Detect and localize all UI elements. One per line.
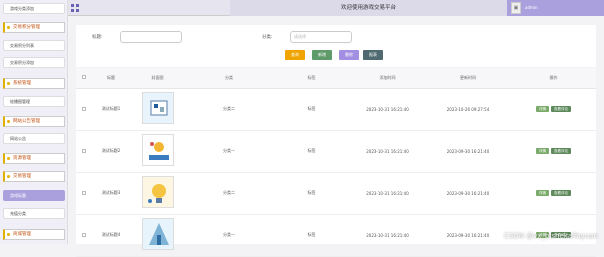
row-cover-image	[130, 214, 185, 257]
menu-dot-icon	[7, 120, 10, 123]
row-created: 2023-10-31 16:21:40	[350, 130, 425, 173]
sidebar-group-trade[interactable]: 交易管理	[3, 171, 65, 182]
sidebar-group-resource[interactable]: 资源管理	[3, 153, 65, 164]
column-header-cover: 封面图	[130, 68, 185, 89]
menu-dot-icon	[7, 157, 10, 160]
menu-dot-icon	[7, 82, 10, 85]
menu-dot-icon	[7, 26, 10, 29]
category-select[interactable]: 请选择	[290, 31, 352, 43]
row-created: 2023-10-31 16:21:40	[350, 88, 425, 131]
sidebar-item-carousel[interactable]: 轮播图管理	[3, 96, 65, 107]
row-category: 分类一	[185, 214, 273, 257]
sidebar-item-recharge-category[interactable]: 充值分类	[3, 208, 65, 219]
view-comments-button[interactable]: 查看评论	[551, 106, 571, 112]
sidebar: 游戏分类添加 交易积分管理 交易积分列表 交易积分添加 系统管理 轮播图管理 网…	[0, 0, 68, 244]
sidebar-group-label: 商城管理	[13, 232, 31, 237]
column-header-created[interactable]: 添加时间	[350, 68, 425, 89]
row-tag: 标签	[273, 214, 350, 257]
row-checkbox[interactable]	[76, 172, 92, 215]
row-title: 测试标题3	[92, 172, 130, 215]
search-panel: 标题: 分类: 请选择	[76, 25, 596, 67]
row-actions: 详情 查看评论	[511, 172, 596, 215]
add-button[interactable]: 新增	[312, 50, 332, 60]
menu-dot-icon	[7, 233, 10, 236]
row-cover-image	[130, 172, 185, 215]
sidebar-item-notice[interactable]: 网站公告	[3, 133, 65, 144]
view-comments-button[interactable]: 查看评论	[551, 190, 571, 196]
sidebar-group-label: 交易管理	[13, 174, 31, 179]
column-header-updated[interactable]: 更新时间	[425, 68, 511, 89]
row-updated: 2023-09-30 16:21:40	[425, 172, 511, 215]
data-table: 标题 封面图 分类 标签 添加时间 更新时间 操作 测试标题1 分类二 标签 2…	[76, 68, 596, 257]
sidebar-item-points-add[interactable]: 交易积分添加	[3, 57, 65, 68]
row-checkbox[interactable]	[76, 130, 92, 173]
sidebar-group-mall[interactable]: 商城管理	[3, 229, 65, 240]
row-checkbox[interactable]	[76, 214, 92, 257]
row-updated: 2023-09-30 16:21:40	[425, 130, 511, 173]
sidebar-item-game-category-add[interactable]: 游戏分类添加	[3, 3, 65, 14]
row-tag: 标签	[273, 130, 350, 173]
row-created: 2023-10-31 16:21:40	[350, 172, 425, 215]
sidebar-group-notice[interactable]: 网站公告管理	[3, 116, 65, 127]
category-label: 分类:	[262, 35, 273, 40]
column-header-title[interactable]: 标题	[92, 68, 130, 89]
sidebar-group-label: 交易积分管理	[13, 25, 40, 30]
row-title: 测试标题1	[92, 88, 130, 131]
row-category: 分类一	[185, 130, 273, 173]
row-tag: 标签	[273, 172, 350, 215]
detail-button[interactable]: 详情	[536, 106, 549, 112]
row-actions: 详情 查看评论	[511, 88, 596, 131]
sidebar-group-points[interactable]: 交易积分管理	[3, 22, 65, 33]
row-actions: 详情 查看评论	[511, 130, 596, 173]
column-header-actions: 操作	[511, 68, 596, 89]
page-title: 欢迎使用游戏交易平台	[230, 0, 507, 16]
grid-icon[interactable]	[71, 4, 79, 14]
row-created: 2023-10-31 16:21:40	[350, 214, 425, 257]
view-comments-button[interactable]: 查看评论	[551, 148, 571, 154]
watermark: CSDN @vx_bishekaifayuan	[504, 232, 598, 240]
column-header-category: 分类	[185, 68, 273, 89]
sidebar-group-label: 网站公告管理	[13, 119, 40, 124]
table-row: 测试标题3 分类二 标签 2023-10-31 16:21:40 2023-09…	[76, 172, 596, 215]
top-header: 欢迎使用游戏交易平台 ▣ admin	[68, 0, 604, 16]
report-button[interactable]: 报表	[363, 50, 383, 60]
sidebar-group-system[interactable]: 系统管理	[3, 78, 65, 89]
row-updated: 2023-09-30 16:21:40	[425, 214, 511, 257]
table-header-row: 标题 封面图 分类 标签 添加时间 更新时间 操作	[76, 68, 596, 89]
table-row: 测试标题2 分类一 标签 2023-10-31 16:21:40 2023-09…	[76, 130, 596, 173]
row-checkbox[interactable]	[76, 88, 92, 131]
select-all-checkbox[interactable]	[76, 68, 92, 89]
delete-button[interactable]: 删除	[339, 50, 359, 60]
row-updated: 2023-10-26 09:27:54	[425, 88, 511, 131]
sidebar-item-points-list[interactable]: 交易积分列表	[3, 40, 65, 51]
row-category: 分类二	[185, 88, 273, 131]
search-button[interactable]: 查询	[285, 50, 305, 60]
table-row: 测试标题1 分类二 标签 2023-10-31 16:21:40 2023-10…	[76, 88, 596, 131]
menu-dot-icon	[7, 175, 10, 178]
row-cover-image	[130, 130, 185, 173]
sidebar-group-label: 系统管理	[13, 81, 31, 86]
username: admin	[525, 5, 538, 10]
sidebar-item-game-title[interactable]: 游戏标题	[3, 190, 65, 201]
row-title: 测试标题2	[92, 130, 130, 173]
title-label: 标题:	[92, 35, 103, 40]
sidebar-group-label: 资源管理	[13, 156, 31, 161]
detail-button[interactable]: 详情	[536, 190, 549, 196]
detail-button[interactable]: 详情	[536, 148, 549, 154]
avatar-icon: ▣	[511, 2, 521, 14]
row-tag: 标签	[273, 88, 350, 131]
title-input[interactable]	[120, 31, 182, 43]
row-category: 分类二	[185, 172, 273, 215]
user-menu[interactable]: ▣ admin	[507, 0, 604, 16]
column-header-tag: 标签	[273, 68, 350, 89]
row-title: 测试标题4	[92, 214, 130, 257]
row-cover-image	[130, 88, 185, 131]
